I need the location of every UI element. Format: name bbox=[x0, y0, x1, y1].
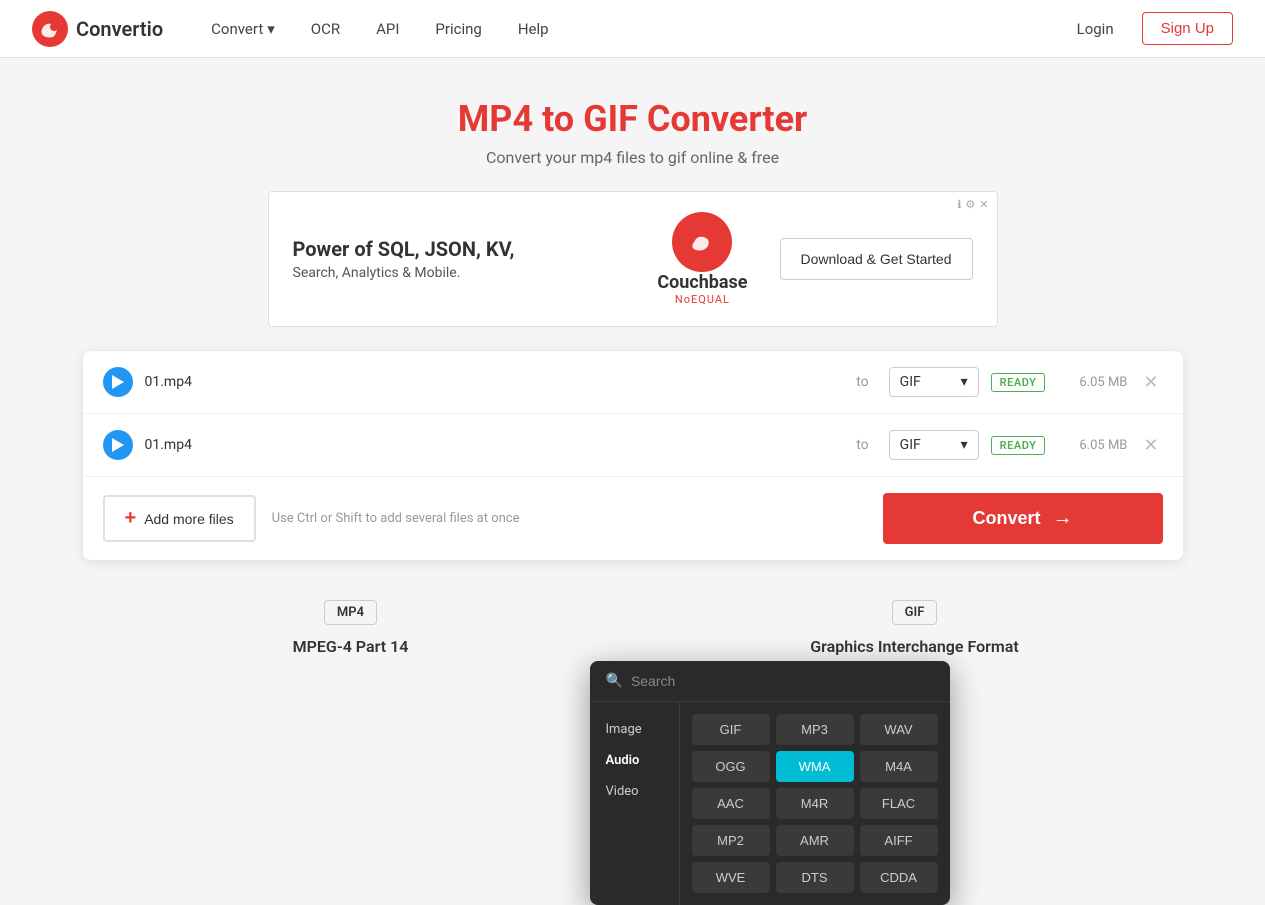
dropdown-search-row: 🔍 bbox=[590, 661, 950, 702]
close-button-2[interactable]: ✕ bbox=[1139, 431, 1162, 460]
play-button-1[interactable] bbox=[103, 367, 133, 397]
nav-ocr[interactable]: OCR bbox=[295, 12, 356, 46]
format-button[interactable]: M4A bbox=[860, 751, 938, 782]
selected-format-2: GIF bbox=[900, 437, 921, 453]
format-button[interactable]: CDDA bbox=[860, 862, 938, 893]
format-button[interactable]: GIF bbox=[692, 714, 770, 745]
to-label-2: to bbox=[856, 437, 868, 453]
main-content: MP4 to GIF Converter Convert your mp4 fi… bbox=[43, 58, 1223, 656]
dropdown-body: ImageAudioVideo GIFMP3WAV OGGWMAM4A AACM4R… bbox=[590, 702, 950, 905]
nav-pricing[interactable]: Pricing bbox=[419, 12, 497, 46]
format-button[interactable]: WMA bbox=[776, 751, 854, 782]
ad-subheadline: Search, Analytics & Mobile. bbox=[293, 265, 626, 281]
category-item[interactable]: Image bbox=[590, 714, 679, 745]
play-icon bbox=[112, 375, 124, 389]
format-button[interactable]: DTS bbox=[776, 862, 854, 893]
plus-icon: + bbox=[125, 507, 137, 530]
info-title: MPEG-4 Part 14 bbox=[99, 637, 603, 656]
nav-convert[interactable]: Convert ▾ bbox=[195, 12, 291, 46]
category-item[interactable]: Audio bbox=[590, 745, 679, 776]
chevron-down-icon: ▾ bbox=[961, 437, 968, 453]
file-size-1: 6.05 MB bbox=[1057, 375, 1127, 390]
ad-settings-icon[interactable]: ⚙ bbox=[965, 198, 975, 211]
info-badge: MP4 bbox=[324, 600, 377, 625]
table-row: 01.mp4 to GIF ▾ READY 6.05 MB ✕ bbox=[83, 414, 1183, 477]
add-files-button[interactable]: + Add more files bbox=[103, 495, 256, 542]
convert-label: Convert bbox=[972, 508, 1040, 529]
play-icon bbox=[112, 438, 124, 452]
add-files-label: Add more files bbox=[144, 511, 233, 527]
info-card: MP4 MPEG-4 Part 14 bbox=[99, 600, 603, 656]
format-button[interactable]: OGG bbox=[692, 751, 770, 782]
format-button[interactable]: AIFF bbox=[860, 825, 938, 856]
file-name-2: 01.mp4 bbox=[145, 437, 837, 453]
file-size-2: 6.05 MB bbox=[1057, 438, 1127, 453]
chevron-down-icon: ▾ bbox=[961, 374, 968, 390]
play-button-2[interactable] bbox=[103, 430, 133, 460]
format-button[interactable]: FLAC bbox=[860, 788, 938, 819]
nav-links: Convert ▾ OCR API Pricing Help bbox=[195, 12, 1064, 46]
format-button[interactable]: AMR bbox=[776, 825, 854, 856]
file-name-1: 01.mp4 bbox=[145, 374, 837, 390]
dropdown-categories: ImageAudioVideo bbox=[590, 702, 680, 905]
ad-brand-name: Couchbase bbox=[657, 272, 747, 293]
bottom-bar: + Add more files Use Ctrl or Shift to ad… bbox=[83, 477, 1183, 560]
format-button[interactable]: MP3 bbox=[776, 714, 854, 745]
login-button[interactable]: Login bbox=[1065, 12, 1126, 46]
format-button[interactable]: AAC bbox=[692, 788, 770, 819]
status-badge-1: READY bbox=[991, 373, 1046, 392]
nav-right: Login Sign Up bbox=[1065, 12, 1233, 46]
info-badge: GIF bbox=[892, 600, 938, 625]
logo-text: Convertio bbox=[76, 17, 163, 41]
nav-help[interactable]: Help bbox=[502, 12, 565, 46]
nav-api[interactable]: API bbox=[360, 12, 415, 46]
brand-icon-svg bbox=[682, 222, 722, 262]
ad-close-icon[interactable]: ✕ bbox=[979, 198, 988, 211]
search-icon: 🔍 bbox=[606, 673, 623, 689]
info-card: GIF Graphics Interchange Format bbox=[663, 600, 1167, 656]
status-badge-2: READY bbox=[991, 436, 1046, 455]
format-selector-2[interactable]: GIF ▾ bbox=[889, 430, 979, 460]
ad-cta-button[interactable]: Download & Get Started bbox=[780, 238, 973, 280]
ad-text: Power of SQL, JSON, KV, Search, Analytic… bbox=[293, 237, 626, 281]
selected-format-1: GIF bbox=[900, 374, 921, 390]
format-selector-1[interactable]: GIF ▾ bbox=[889, 367, 979, 397]
hero-subtitle: Convert your mp4 files to gif online & f… bbox=[59, 148, 1207, 167]
to-label-1: to bbox=[856, 374, 868, 390]
format-button[interactable]: WVE bbox=[692, 862, 770, 893]
converter-box: 01.mp4 to GIF ▾ READY 6.05 MB ✕ 01.mp4 t… bbox=[83, 351, 1183, 560]
ctrl-hint: Use Ctrl or Shift to add several files a… bbox=[272, 511, 867, 526]
format-dropdown: 🔍 ImageAudioVideo GIFMP3WAVOGGWMAM4AAACM… bbox=[590, 661, 950, 905]
ad-brand-sub: NoEQUAL bbox=[675, 293, 730, 306]
format-button[interactable]: MP2 bbox=[692, 825, 770, 856]
couchbase-icon bbox=[672, 212, 732, 272]
hero-section: MP4 to GIF Converter Convert your mp4 fi… bbox=[59, 98, 1207, 167]
convert-button[interactable]: Convert → bbox=[883, 493, 1163, 544]
table-row: 01.mp4 to GIF ▾ READY 6.05 MB ✕ bbox=[83, 351, 1183, 414]
category-item[interactable]: Video bbox=[590, 776, 679, 807]
format-button[interactable]: M4R bbox=[776, 788, 854, 819]
info-section: MP4 MPEG-4 Part 14 GIF Graphics Intercha… bbox=[83, 600, 1183, 656]
format-button[interactable]: WAV bbox=[860, 714, 938, 745]
navigation: Convertio Convert ▾ OCR API Pricing Help… bbox=[0, 0, 1265, 58]
ad-logo: Couchbase NoEQUAL bbox=[657, 212, 747, 306]
page-title: MP4 to GIF Converter bbox=[59, 98, 1207, 140]
close-button-1[interactable]: ✕ bbox=[1139, 368, 1162, 397]
convert-arrow-icon: → bbox=[1053, 507, 1073, 530]
info-title: Graphics Interchange Format bbox=[663, 637, 1167, 656]
logo[interactable]: Convertio bbox=[32, 11, 163, 47]
signup-button[interactable]: Sign Up bbox=[1142, 12, 1233, 45]
ad-banner: ℹ ⚙ ✕ Power of SQL, JSON, KV, Search, An… bbox=[268, 191, 998, 327]
ad-label: ℹ bbox=[957, 198, 961, 211]
search-input[interactable] bbox=[631, 673, 934, 689]
logo-icon bbox=[32, 11, 68, 47]
ad-controls: ℹ ⚙ ✕ bbox=[957, 198, 988, 211]
ad-headline: Power of SQL, JSON, KV, bbox=[293, 237, 626, 261]
chevron-down-icon: ▾ bbox=[267, 20, 275, 38]
dropdown-formats: GIFMP3WAV OGGWMAM4A AACM4RFLAC MP2AMRAIFF WV… bbox=[680, 702, 950, 905]
